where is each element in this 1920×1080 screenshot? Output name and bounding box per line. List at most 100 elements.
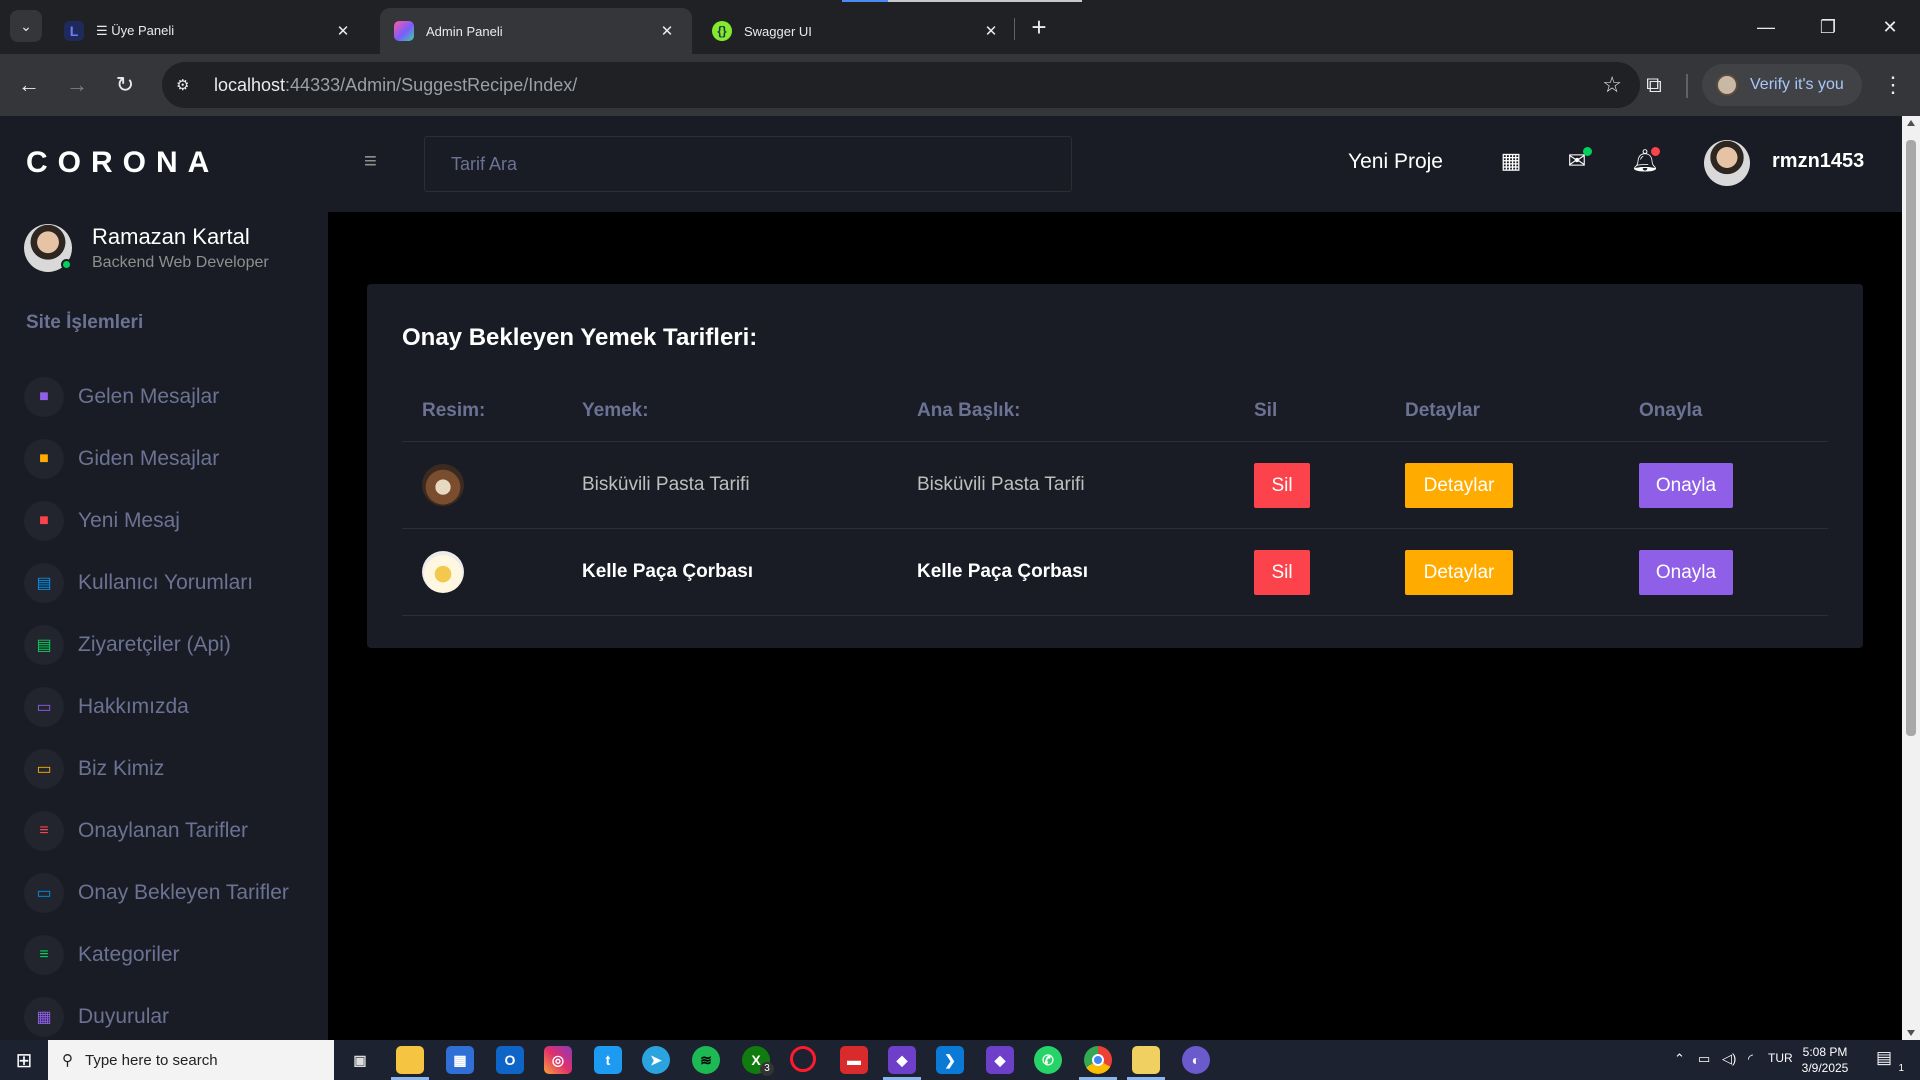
brand-logo[interactable]: CORONA — [26, 146, 219, 180]
app-icon[interactable]: ▬ — [840, 1046, 868, 1074]
approve-button[interactable]: Onayla — [1639, 463, 1733, 508]
whatsapp-icon[interactable]: ✆ — [1034, 1046, 1062, 1074]
microsoft-store-icon[interactable]: ▦ — [446, 1046, 474, 1074]
outlook-icon[interactable]: O — [496, 1046, 524, 1074]
new-tab-button[interactable]: + — [1024, 12, 1054, 42]
tab-uye-paneli[interactable]: L ☰ Üye Paneli ✕ — [50, 8, 368, 54]
bell-icon[interactable]: 🔔︎ — [1630, 146, 1660, 176]
task-view-icon[interactable]: ▣ — [346, 1046, 374, 1074]
site-info-icon[interactable]: ⚙ — [176, 76, 200, 94]
sidebar-menu: ■ Gelen Mesajlar ■ Giden Mesajlar ■ Yeni… — [24, 366, 324, 1040]
close-icon[interactable]: ✕ — [656, 20, 678, 42]
sidebar-item-biz-kimiz[interactable]: ▭ Biz Kimiz — [24, 738, 324, 800]
volume-icon[interactable]: ◁) — [1722, 1051, 1736, 1067]
profile-name: Ramazan Kartal — [92, 224, 250, 249]
address-bar[interactable]: ⚙ localhost:44333/Admin/SuggestRecipe/In… — [162, 62, 1640, 108]
top-navbar: ≡ Tarif Ara Yeni Proje ▦ ✉ 🔔︎ rmzn1453 — [328, 116, 1902, 212]
site-icon — [394, 21, 414, 41]
windows-start-icon[interactable]: ⊞ — [8, 1048, 40, 1072]
language-indicator[interactable]: TUR — [1768, 1051, 1793, 1065]
twitter-icon[interactable]: t — [594, 1046, 622, 1074]
bookmark-star-icon[interactable]: ☆ — [1602, 72, 1622, 98]
notification-center-icon[interactable]: ▤ 1 — [1876, 1048, 1904, 1074]
main-title: Bisküvili Pasta Tarifi — [917, 474, 1085, 495]
sidebar-item-kategoriler[interactable]: ≡ Kategoriler — [24, 924, 324, 986]
browser-menu-icon[interactable]: ⋮ — [1876, 68, 1910, 102]
mail-badge — [1583, 147, 1592, 156]
laptop-icon: ▭ — [24, 749, 64, 789]
forward-button[interactable]: → — [60, 68, 94, 102]
details-button[interactable]: Detaylar — [1405, 550, 1513, 595]
sidebar-item-hakkimizda[interactable]: ▭ Hakkımızda — [24, 676, 324, 738]
vscode-icon[interactable]: ❯ — [936, 1046, 964, 1074]
sidebar-item-gelen-mesajlar[interactable]: ■ Gelen Mesajlar — [24, 366, 324, 428]
close-window-button[interactable]: ✕ — [1860, 0, 1920, 54]
tab-swagger-ui[interactable]: {} Swagger UI ✕ — [698, 8, 1016, 54]
visual-studio-icon[interactable]: ◆ — [986, 1046, 1014, 1074]
visual-studio-icon[interactable]: ◆ — [888, 1046, 916, 1074]
details-button[interactable]: Detaylar — [1405, 463, 1513, 508]
admin-app: CORONA Ramazan Kartal Backend Web Develo… — [0, 116, 1920, 1040]
close-icon[interactable]: ✕ — [332, 20, 354, 42]
instagram-icon[interactable]: ◎ — [544, 1046, 572, 1074]
table-header: Resim: Yemek: Ana Başlık: Sil Detaylar O… — [402, 380, 1828, 442]
sidebar-item-kullanici-yorumlari[interactable]: ▤ Kullanıcı Yorumları — [24, 552, 324, 614]
approve-button[interactable]: Onayla — [1639, 550, 1733, 595]
sidebar-item-label: Kullanıcı Yorumları — [78, 571, 254, 594]
minimize-button[interactable]: — — [1736, 0, 1796, 54]
extensions-icon[interactable]: ⧉ — [1636, 67, 1672, 103]
clock-time: 5:08 PM — [1802, 1045, 1848, 1059]
taskbar-search-input[interactable]: ⚲ Type here to search — [48, 1040, 334, 1080]
sidebar-item-yeni-mesaj[interactable]: ■ Yeni Mesaj — [24, 490, 324, 552]
scroll-down-arrow-icon[interactable] — [1907, 1030, 1915, 1036]
app-icon[interactable]: ◐ — [1182, 1046, 1210, 1074]
taskbar-clock[interactable]: 5:08 PM 3/9/2025 — [1790, 1044, 1860, 1076]
avatar[interactable] — [1704, 140, 1750, 186]
sidebar-item-label: Gelen Mesajlar — [78, 385, 220, 408]
sidebar-item-duyurular[interactable]: ▦ Duyurular — [24, 986, 324, 1040]
delete-button[interactable]: Sil — [1254, 463, 1310, 508]
wifi-icon[interactable]: ◜ — [1748, 1051, 1753, 1067]
spotify-icon[interactable]: ≋ — [692, 1046, 720, 1074]
sidebar-item-onaylanan-tarifler[interactable]: ≡ Onaylanan Tarifler — [24, 800, 324, 862]
telegram-icon[interactable]: ➤ — [642, 1046, 670, 1074]
table-row: Bisküvili Pasta Tarifi Bisküvili Pasta T… — [402, 442, 1828, 529]
pending-recipes-table: Resim: Yemek: Ana Başlık: Sil Detaylar O… — [402, 380, 1828, 616]
verify-profile-button[interactable]: Verify it's you — [1702, 64, 1862, 106]
restore-button[interactable]: ❐ — [1798, 0, 1858, 54]
tab-search-button[interactable]: ⌄ — [10, 10, 42, 42]
mail-icon[interactable]: ✉ — [1562, 146, 1592, 176]
chrome-icon[interactable] — [1084, 1046, 1112, 1074]
scrollbar-thumb[interactable] — [1906, 140, 1916, 736]
search-input[interactable]: Tarif Ara — [424, 136, 1072, 192]
scroll-up-arrow-icon[interactable] — [1907, 120, 1915, 126]
document-icon: ▤ — [24, 563, 64, 603]
show-hidden-icons-icon[interactable]: ⌃ — [1674, 1051, 1685, 1067]
close-icon[interactable]: ✕ — [980, 20, 1002, 42]
sidebar-item-ziyaretciler[interactable]: ▤ Ziyaretçiler (Api) — [24, 614, 324, 676]
file-explorer-icon[interactable] — [396, 1046, 424, 1074]
document-icon: ▤ — [24, 625, 64, 665]
column-header: Sil — [1254, 400, 1278, 421]
sidebar-section-heading: Site İşlemleri — [26, 312, 144, 333]
sidebar-item-giden-mesajlar[interactable]: ■ Giden Mesajlar — [24, 428, 324, 490]
tab-admin-paneli[interactable]: Admin Paneli ✕ — [380, 8, 692, 54]
username[interactable]: rmzn1453 — [1772, 150, 1864, 173]
reload-button[interactable]: ↻ — [108, 68, 142, 102]
back-button[interactable]: ← — [12, 68, 46, 102]
delete-button[interactable]: Sil — [1254, 550, 1310, 595]
column-header: Yemek: — [582, 400, 649, 421]
url-text[interactable]: localhost:44333/Admin/SuggestRecipe/Inde… — [214, 75, 577, 96]
food-name: Bisküvili Pasta Tarifi — [582, 474, 750, 495]
avatar — [24, 224, 72, 272]
sidebar-profile[interactable]: Ramazan Kartal Backend Web Developer — [24, 224, 269, 272]
menu-toggle-icon[interactable]: ≡ — [364, 148, 377, 174]
opera-icon[interactable] — [790, 1046, 816, 1072]
new-project-link[interactable]: Yeni Proje — [1348, 150, 1443, 174]
paint-icon[interactable] — [1132, 1046, 1160, 1074]
battery-icon[interactable]: ▭ — [1698, 1051, 1710, 1067]
taskbar-search-placeholder: Type here to search — [85, 1051, 218, 1069]
page-scrollbar[interactable] — [1902, 116, 1920, 1040]
apps-grid-icon[interactable]: ▦ — [1496, 146, 1526, 176]
sidebar-item-onay-bekleyen-tarifler[interactable]: ▭ Onay Bekleyen Tarifler — [24, 862, 324, 924]
